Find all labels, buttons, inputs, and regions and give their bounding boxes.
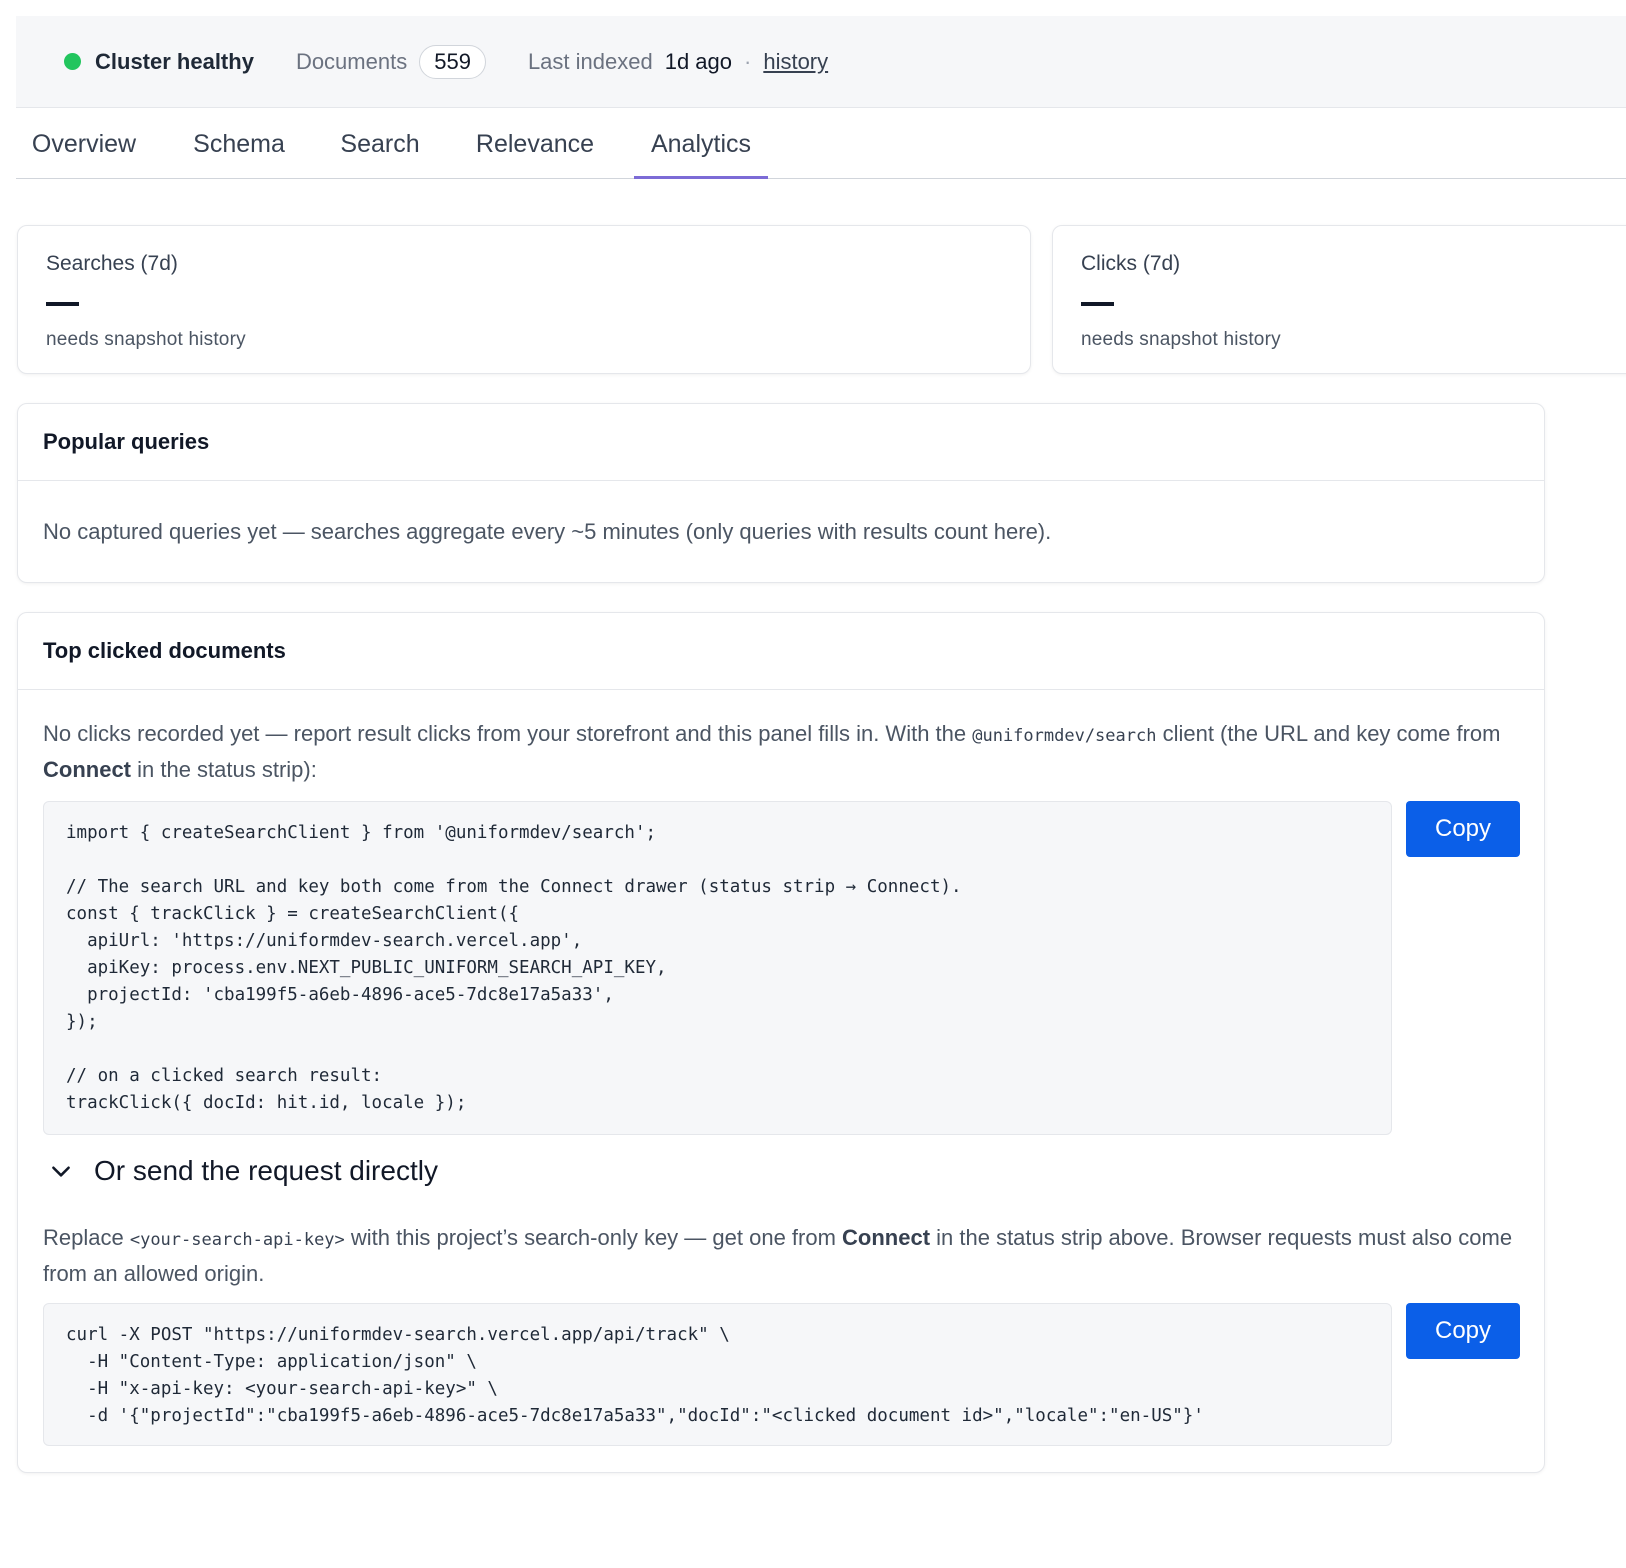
health-status-icon bbox=[64, 53, 81, 70]
history-link[interactable]: history bbox=[763, 49, 828, 75]
tab-search[interactable]: Search bbox=[330, 108, 430, 179]
searches-stat-card: Searches (7d) needs snapshot history bbox=[17, 225, 1031, 374]
clicks-note: needs snapshot history bbox=[1081, 329, 1281, 350]
intro-text-2: client (the URL and key come from bbox=[1156, 721, 1501, 746]
tab-analytics[interactable]: Analytics bbox=[634, 108, 768, 179]
top-clicked-intro: No clicks recorded yet — report result c… bbox=[43, 717, 1523, 787]
popular-queries-panel: Popular queries No captured queries yet … bbox=[17, 403, 1545, 583]
clicks-stat-card: Clicks (7d) needs snapshot history bbox=[1052, 225, 1626, 374]
direct-request-disclosure[interactable]: Or send the request directly bbox=[48, 1155, 438, 1187]
clicks-empty-value bbox=[1081, 302, 1114, 306]
last-indexed-label: Last indexed bbox=[527, 48, 653, 74]
tab-schema[interactable]: Schema bbox=[184, 108, 294, 179]
replace-text-2: with this project’s search-only key — ge… bbox=[344, 1225, 843, 1250]
cluster-health: Cluster healthy bbox=[95, 48, 254, 74]
copy-curl-button[interactable]: Copy bbox=[1406, 1303, 1520, 1359]
connect-keyword-2: Connect bbox=[842, 1225, 931, 1250]
curl-code-block[interactable]: curl -X POST "https://uniformdev-search.… bbox=[43, 1303, 1392, 1446]
tab-bar: Overview Schema Search Relevance Analyti… bbox=[16, 108, 1626, 179]
replace-key-note: Replace <your-search-api-key> with this … bbox=[43, 1221, 1523, 1291]
top-clicked-panel: Top clicked documents No clicks recorded… bbox=[17, 612, 1545, 1473]
tab-overview[interactable]: Overview bbox=[16, 108, 152, 179]
documents-label: Documents bbox=[295, 48, 408, 74]
popular-queries-title: Popular queries bbox=[18, 404, 1544, 481]
popular-queries-empty: No captured queries yet — searches aggre… bbox=[43, 519, 1052, 544]
clicks-title: Clicks (7d) bbox=[1081, 252, 1181, 275]
searches-note: needs snapshot history bbox=[46, 329, 246, 350]
searches-title: Searches (7d) bbox=[46, 252, 178, 275]
tab-relevance[interactable]: Relevance bbox=[466, 108, 604, 179]
disclosure-label: Or send the request directly bbox=[94, 1155, 438, 1186]
intro-text: No clicks recorded yet — report result c… bbox=[43, 721, 973, 746]
api-key-placeholder: <your-search-api-key> bbox=[129, 1230, 345, 1250]
status-strip: Cluster healthy Documents 559 Last index… bbox=[16, 16, 1626, 108]
intro-text-3: in the status strip): bbox=[131, 757, 317, 782]
last-indexed-value: 1d ago bbox=[664, 48, 732, 74]
documents-count-badge: 559 bbox=[419, 44, 486, 79]
searches-empty-value bbox=[46, 302, 79, 306]
chevron-down-icon bbox=[52, 1166, 70, 1177]
replace-text: Replace bbox=[43, 1225, 130, 1250]
copy-client-code-button[interactable]: Copy bbox=[1406, 801, 1520, 857]
connect-keyword: Connect bbox=[43, 757, 131, 782]
package-name: @uniformdev/search bbox=[972, 726, 1157, 746]
separator: · bbox=[744, 48, 752, 74]
client-code-block[interactable]: import { createSearchClient } from '@uni… bbox=[43, 801, 1392, 1135]
top-clicked-title: Top clicked documents bbox=[18, 613, 1544, 690]
